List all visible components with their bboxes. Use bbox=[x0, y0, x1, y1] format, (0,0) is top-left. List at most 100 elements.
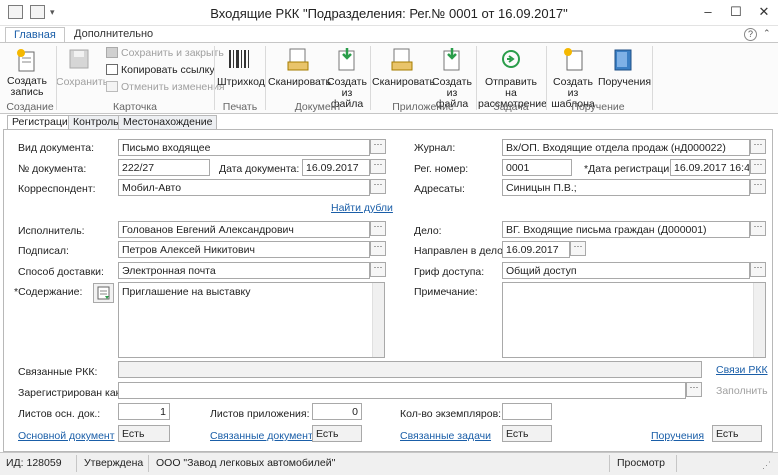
close-button[interactable]: ✕ bbox=[750, 3, 778, 21]
ribbon-group-attachment: Приложение bbox=[392, 101, 454, 113]
copies-label: Кол-во экземпляров: bbox=[400, 408, 502, 420]
attach-sheets-field[interactable]: 0 bbox=[312, 403, 362, 420]
copies-field[interactable] bbox=[502, 403, 552, 420]
status-separator bbox=[676, 455, 677, 472]
attachment-from-file-icon bbox=[441, 48, 463, 75]
save-close-button[interactable]: Сохранить и закрыть bbox=[121, 47, 224, 59]
save-button[interactable]: Сохранить bbox=[56, 77, 108, 88]
delivery-label: Способ доставки: bbox=[18, 266, 104, 278]
fill-link[interactable]: Заполнить bbox=[716, 385, 768, 397]
minimize-button[interactable]: – bbox=[694, 3, 722, 21]
ribbon-tab-home[interactable]: Главная bbox=[5, 27, 65, 43]
content-textarea[interactable]: Приглашение на выставку bbox=[118, 282, 385, 358]
linked-documents-link[interactable]: Связанные документы bbox=[210, 430, 320, 442]
correspondent-field[interactable]: Мобил-Авто bbox=[118, 179, 370, 196]
scan-attachment-icon bbox=[391, 48, 413, 75]
sent-to-case-label: Направлен в дело: bbox=[414, 245, 506, 257]
content-template-button[interactable] bbox=[93, 283, 114, 303]
executor-select-button[interactable]: ··· bbox=[370, 221, 386, 236]
executor-field[interactable]: Голованов Евгений Александрович bbox=[118, 221, 370, 238]
ribbon-group-assignment: Поручение bbox=[571, 101, 625, 113]
help-icon[interactable]: ? bbox=[744, 28, 757, 41]
registered-as-label: Зарегистрирован как: bbox=[18, 387, 124, 399]
note-textarea[interactable] bbox=[502, 282, 766, 358]
ribbon-group-document: Документ bbox=[294, 101, 342, 113]
case-label: Дело: bbox=[414, 225, 442, 237]
tab-control[interactable]: Контроль bbox=[68, 115, 124, 129]
status-state: Утверждена bbox=[84, 457, 144, 469]
save-close-icon bbox=[106, 47, 118, 58]
journal-select-button[interactable]: ··· bbox=[750, 139, 766, 154]
reg-date-field[interactable]: 16.09.2017 16:48:17 bbox=[670, 159, 750, 176]
delivery-select-button[interactable]: ··· bbox=[370, 262, 386, 277]
doc-kind-select-button[interactable]: ··· bbox=[370, 139, 386, 154]
reg-number-label: Рег. номер: bbox=[414, 163, 469, 175]
sent-to-case-field[interactable]: 16.09.2017 bbox=[502, 241, 570, 258]
collapse-ribbon-icon[interactable]: ⌃ bbox=[763, 28, 771, 39]
main-document-status: Есть bbox=[118, 425, 170, 442]
resize-grip-icon[interactable]: ⋰ bbox=[762, 460, 771, 471]
access-select-button[interactable]: ··· bbox=[750, 262, 766, 277]
addressees-field[interactable]: Синицын П.В.; bbox=[502, 179, 750, 196]
ribbon-separator bbox=[370, 46, 371, 110]
main-sheets-field[interactable]: 1 bbox=[118, 403, 170, 420]
correspondent-select-button[interactable]: ··· bbox=[370, 179, 386, 194]
assignments-button[interactable]: Поручения bbox=[598, 77, 651, 88]
doc-kind-field[interactable]: Письмо входящее bbox=[118, 139, 370, 156]
delivery-field[interactable]: Электронная почта bbox=[118, 262, 370, 279]
journal-field[interactable]: Вх/ОП. Входящие отдела продаж (нД000022) bbox=[502, 139, 750, 156]
doc-number-label: № документа: bbox=[18, 163, 87, 175]
from-template-icon bbox=[563, 48, 585, 75]
copy-link-button[interactable]: Копировать ссылку bbox=[121, 64, 215, 76]
rkk-links-link[interactable]: Связи РКК bbox=[716, 364, 768, 376]
registered-as-field[interactable] bbox=[118, 382, 686, 399]
signed-field[interactable]: Петров Алексей Никитович bbox=[118, 241, 370, 258]
scan-document-button[interactable]: Сканировать bbox=[268, 77, 331, 88]
case-field[interactable]: ВГ. Входящие письма граждан (Д000001) bbox=[502, 221, 750, 238]
tab-location[interactable]: Местонахождение bbox=[118, 115, 218, 129]
registered-as-select-button[interactable]: ··· bbox=[686, 382, 702, 397]
reg-date-picker-button[interactable]: ··· bbox=[750, 159, 766, 174]
send-review-icon bbox=[500, 48, 522, 73]
status-id: ИД: 128059 bbox=[6, 457, 62, 469]
create-record-button[interactable]: Создать запись bbox=[6, 76, 48, 98]
sent-to-case-picker-button[interactable]: ··· bbox=[570, 241, 586, 256]
signed-select-button[interactable]: ··· bbox=[370, 241, 386, 256]
orders-link[interactable]: Поручения bbox=[651, 430, 704, 442]
executor-label: Исполнитель: bbox=[18, 225, 85, 237]
maximize-button[interactable]: ☐ bbox=[722, 3, 750, 21]
ribbon-separator bbox=[476, 46, 477, 110]
attach-sheets-label: Листов приложения: bbox=[210, 408, 310, 420]
assignments-icon bbox=[612, 48, 634, 75]
copy-link-icon bbox=[106, 64, 118, 75]
barcode-button[interactable]: Штрихкод bbox=[217, 77, 265, 88]
note-scrollbar[interactable] bbox=[753, 283, 765, 357]
note-label: Примечание: bbox=[414, 286, 478, 298]
ribbon-group-create: Создание bbox=[6, 101, 54, 113]
content-scrollbar[interactable] bbox=[372, 283, 384, 357]
ribbon-group-task: Задача bbox=[493, 101, 529, 113]
addressees-select-button[interactable]: ··· bbox=[750, 179, 766, 194]
scan-attachment-button[interactable]: Сканировать bbox=[372, 77, 435, 88]
scan-icon bbox=[287, 48, 309, 75]
reg-number-field[interactable]: 0001 bbox=[502, 159, 572, 176]
doc-date-field[interactable]: 16.09.2017 bbox=[302, 159, 370, 176]
doc-kind-label: Вид документа: bbox=[18, 142, 95, 154]
case-select-button[interactable]: ··· bbox=[750, 221, 766, 236]
cancel-changes-button[interactable]: Отменить изменения bbox=[121, 81, 225, 93]
ribbon-tab-advanced[interactable]: Дополнительно bbox=[66, 27, 161, 43]
doc-date-picker-button[interactable]: ··· bbox=[370, 159, 386, 174]
find-duplicates-link[interactable]: Найти дубли bbox=[331, 202, 393, 214]
doc-date-label: Дата документа: bbox=[219, 163, 300, 175]
correspondent-label: Корреспондент: bbox=[18, 183, 96, 195]
ribbon-separator bbox=[652, 46, 653, 110]
signed-label: Подписал: bbox=[18, 245, 69, 257]
access-label: Гриф доступа: bbox=[414, 266, 485, 278]
linked-rkk-field bbox=[118, 361, 702, 378]
ribbon-group-print: Печать bbox=[222, 101, 258, 113]
doc-number-field[interactable]: 222/27 bbox=[118, 159, 210, 176]
main-document-link[interactable]: Основной документ bbox=[18, 430, 115, 442]
status-separator bbox=[609, 455, 610, 472]
linked-tasks-link[interactable]: Связанные задачи bbox=[400, 430, 491, 442]
access-field[interactable]: Общий доступ bbox=[502, 262, 750, 279]
